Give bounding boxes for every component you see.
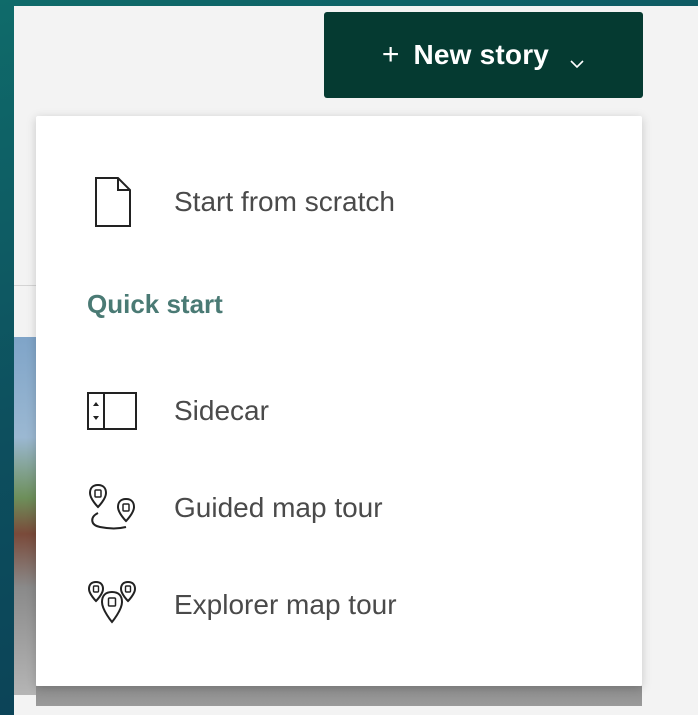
- guided-map-tour-icon: [84, 480, 140, 536]
- menu-item-label: Explorer map tour: [174, 589, 397, 620]
- menu-item-label: Sidecar: [174, 395, 269, 426]
- menu-item-start-from-scratch[interactable]: Start from scratch: [36, 162, 642, 242]
- new-story-label: New story: [413, 39, 550, 70]
- new-story-button[interactable]: + New story: [324, 12, 643, 98]
- quick-start-heading: Quick start: [87, 289, 223, 319]
- plus-icon: +: [381, 38, 400, 71]
- story-thumbnail: [14, 337, 36, 695]
- explorer-map-tour-icon: [84, 577, 140, 633]
- menu-item-label: Start from scratch: [174, 186, 395, 217]
- new-story-menu: Start from scratch Quick start Sidecar G…: [36, 116, 642, 686]
- menu-item-sidecar[interactable]: Sidecar: [36, 371, 642, 451]
- menu-item-explorer-map-tour[interactable]: Explorer map tour: [36, 565, 642, 645]
- chevron-down-icon: [569, 47, 585, 69]
- blank-document-icon: [84, 174, 140, 230]
- story-thumbnail-edge: [36, 686, 642, 706]
- sidecar-layout-icon: [84, 383, 140, 439]
- menu-item-guided-map-tour[interactable]: Guided map tour: [36, 468, 642, 548]
- menu-item-label: Guided map tour: [174, 492, 383, 523]
